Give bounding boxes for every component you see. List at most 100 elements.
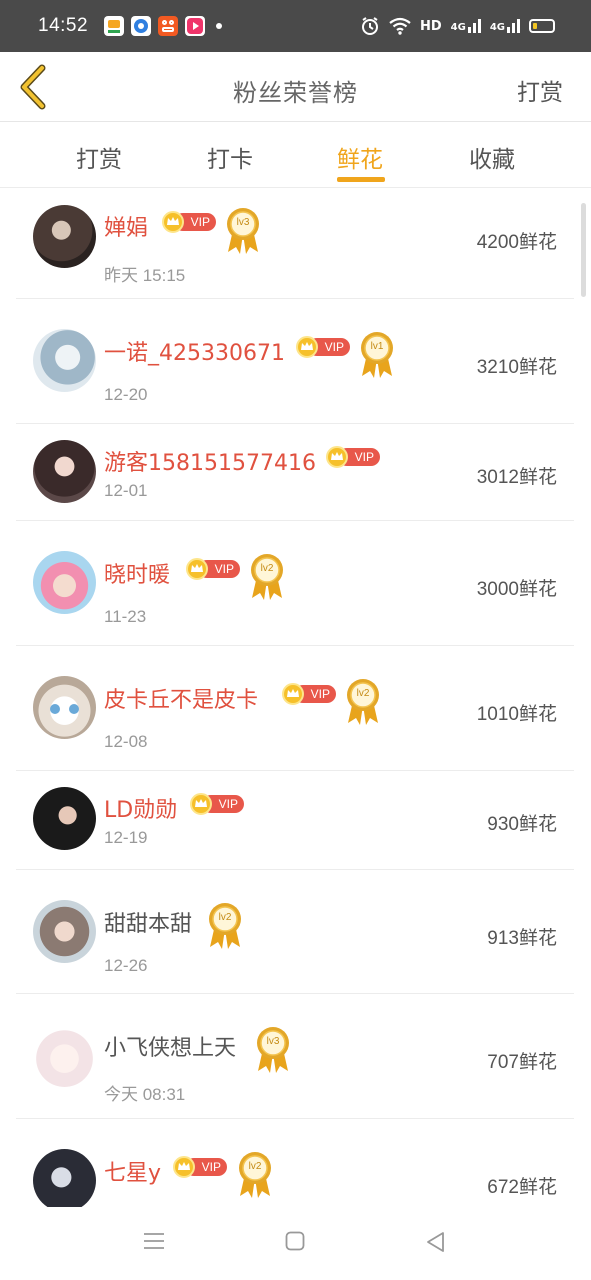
user-name: 小飞侠想上天 [104, 1036, 237, 1061]
timestamp: 12-19 [104, 828, 148, 847]
status-time: 14:52 [38, 15, 89, 36]
level-medal-icon: lv2 [206, 901, 244, 951]
flower-count: 913鲜花 [487, 928, 557, 949]
battery-level [533, 23, 537, 29]
ranking-row[interactable]: 晓时暖 VIP lv2 11-23 3000鲜花 [16, 521, 574, 646]
avatar [33, 1024, 96, 1087]
page-title: 粉丝荣誉榜 [233, 79, 358, 107]
status-bar: 14:52 HD 4G 4G [0, 0, 591, 52]
user-name: 皮卡丘不是皮卡 [104, 688, 259, 713]
avatar [33, 676, 96, 739]
signal-icon: 4G [451, 19, 481, 33]
ranking-list[interactable]: 婵娟 VIP lv3 昨天 15:15 4200鲜花 一诺_425330671 … [0, 189, 591, 1207]
flower-count: 707鲜花 [487, 1052, 557, 1073]
level-label: lv1 [370, 341, 384, 352]
ranking-row[interactable]: 游客158151577416 VIP 12-01 3012鲜花 [16, 424, 574, 521]
flower-count: 672鲜花 [487, 1177, 557, 1198]
flower-count: 4200鲜花 [476, 232, 557, 253]
home-icon [285, 1231, 305, 1251]
level-medal-icon: lv2 [248, 552, 286, 602]
flower-count: 3000鲜花 [476, 579, 557, 600]
reward-button[interactable]: 打赏 [517, 73, 563, 107]
crown-icon [186, 558, 208, 580]
page-header: 粉丝荣誉榜 打赏 [0, 52, 591, 122]
tab-favorites[interactable]: 收藏 [469, 140, 515, 174]
network-4g-label-2: 4G [489, 22, 505, 33]
ranking-row[interactable]: 婵娟 VIP lv3 昨天 15:15 4200鲜花 [16, 189, 574, 299]
timestamp: 11-23 [104, 607, 147, 626]
user-name: LD勋勋 [104, 798, 178, 823]
level-medal-icon: lv1 [358, 330, 396, 380]
ranking-row[interactable]: 皮卡丘不是皮卡 VIP lv2 12-08 1010鲜花 [16, 646, 574, 771]
app-notification-icon [104, 16, 125, 36]
play-app-icon [185, 16, 206, 36]
alarm-icon [361, 17, 378, 35]
user-name: 游客158151577416 [104, 451, 316, 476]
crown-icon [173, 1156, 195, 1178]
wifi-icon [389, 17, 411, 35]
tab-checkin[interactable]: 打卡 [207, 140, 253, 174]
crown-icon [162, 211, 184, 233]
level-label: lv3 [266, 1036, 280, 1047]
system-nav-bar [0, 1207, 591, 1280]
avatar [33, 551, 96, 614]
flower-count: 3012鲜花 [476, 467, 557, 488]
level-medal-icon: lv2 [236, 1150, 274, 1200]
scrollbar[interactable] [581, 203, 586, 297]
ranking-row[interactable]: 甜甜本甜 lv2 12-26 913鲜花 [16, 870, 574, 994]
flower-count: 1010鲜花 [476, 704, 557, 725]
signal-icon-2: 4G [490, 19, 520, 33]
level-medal-icon: lv2 [344, 677, 382, 727]
level-label: lv2 [248, 1161, 262, 1172]
crown-icon [326, 446, 348, 468]
ranking-row[interactable]: 一诺_425330671 VIP lv1 12-20 3210鲜花 [16, 299, 574, 424]
crown-icon [190, 793, 212, 815]
level-label: lv2 [260, 563, 274, 574]
back-icon [427, 1232, 444, 1252]
tab-reward[interactable]: 打赏 [76, 140, 122, 174]
hd-indicator: HD [419, 18, 442, 34]
user-name: 七星y [104, 1161, 162, 1186]
flower-count: 930鲜花 [487, 814, 557, 835]
level-medal-icon: lv3 [224, 206, 262, 256]
avatar [33, 205, 96, 268]
timestamp: 昨天 15:15 [104, 266, 186, 285]
level-label: lv3 [236, 217, 250, 228]
level-label: lv2 [218, 912, 232, 923]
user-name: 甜甜本甜 [104, 912, 193, 937]
user-name: 晓时暖 [104, 563, 171, 588]
timestamp: 今天 08:31 [104, 1085, 186, 1104]
ranking-row[interactable]: 七星y VIP lv2 672鲜花 [16, 1119, 574, 1207]
menu-icon [144, 1233, 164, 1249]
status-right-group: HD 4G 4G [360, 16, 555, 36]
timestamp: 12-08 [104, 732, 148, 751]
network-4g-label: 4G [450, 22, 466, 33]
battery-icon [529, 19, 555, 33]
user-name: 婵娟 [104, 216, 149, 241]
avatar [33, 1149, 96, 1207]
browser-app-icon [131, 16, 152, 36]
level-medal-icon: lv3 [254, 1025, 292, 1075]
more-notifications-dot [216, 23, 223, 29]
avatar [33, 787, 96, 850]
avatar [33, 900, 96, 963]
timestamp: 12-26 [104, 956, 148, 975]
avatar [33, 440, 96, 503]
active-tab-indicator [337, 177, 385, 182]
status-notification-icons [104, 16, 223, 36]
flower-count: 3210鲜花 [476, 357, 557, 378]
crown-icon [296, 336, 318, 358]
home-button[interactable] [285, 1231, 305, 1255]
level-label: lv2 [356, 688, 370, 699]
avatar [33, 329, 96, 392]
menu-button[interactable] [143, 1231, 165, 1255]
back-nav-button[interactable] [425, 1231, 445, 1257]
crown-icon [282, 683, 304, 705]
tab-flowers[interactable]: 鲜花 [337, 140, 383, 174]
ranking-row[interactable]: 小飞侠想上天 lv3 今天 08:31 707鲜花 [16, 994, 574, 1119]
tab-bar: 打赏 打卡 鲜花 收藏 [0, 122, 591, 188]
ranking-row[interactable]: LD勋勋 VIP 12-19 930鲜花 [16, 771, 574, 870]
timestamp: 12-01 [104, 481, 148, 500]
timestamp: 12-20 [104, 385, 148, 404]
user-name: 一诺_425330671 [104, 341, 285, 366]
